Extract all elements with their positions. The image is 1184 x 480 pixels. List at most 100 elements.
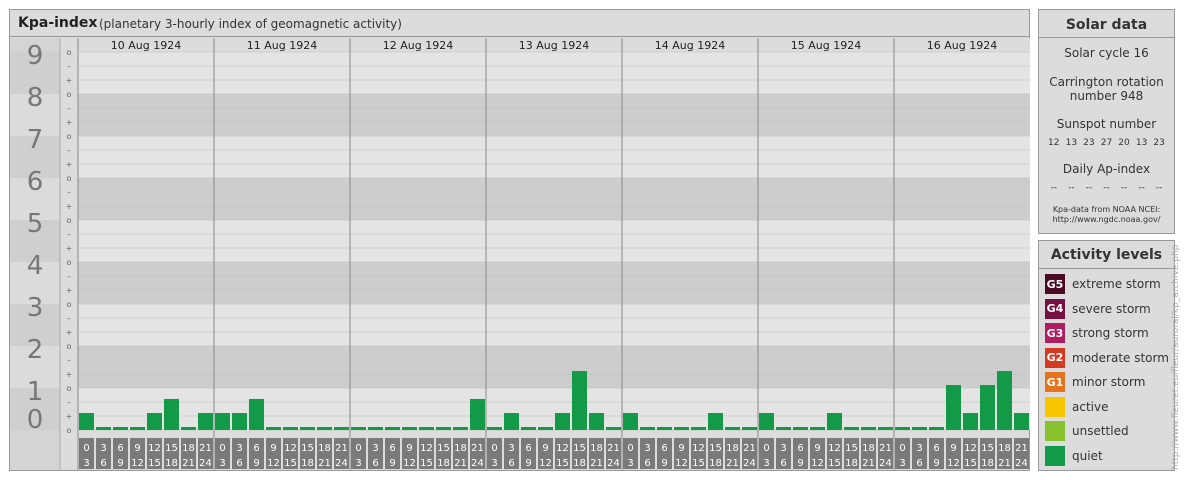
sub-tick-label: + bbox=[66, 76, 73, 85]
sub-tick-label: + bbox=[66, 160, 73, 169]
interval-start-label: 12 bbox=[284, 443, 297, 454]
sub-tick-label: + bbox=[66, 244, 73, 253]
interval-end-label: 15 bbox=[284, 458, 297, 469]
sub-tick-label: – bbox=[67, 146, 71, 155]
interval-start-label: 9 bbox=[270, 443, 276, 454]
sub-tick-label: o bbox=[67, 216, 72, 225]
kp-bar bbox=[589, 413, 604, 430]
interval-end-label: 21 bbox=[998, 458, 1011, 469]
interval-end-label: 15 bbox=[556, 458, 569, 469]
interval-end-label: 6 bbox=[644, 458, 650, 469]
interval-start-label: 0 bbox=[355, 443, 361, 454]
interval-end-label: 24 bbox=[1015, 458, 1028, 469]
kp-bar bbox=[946, 385, 961, 430]
sub-tick-label: o bbox=[67, 300, 72, 309]
interval-start-label: 21 bbox=[335, 443, 348, 454]
interval-start-label: 21 bbox=[743, 443, 756, 454]
activity-level-item: G2 moderate storm bbox=[1045, 347, 1169, 368]
interval-start-label: 6 bbox=[389, 443, 395, 454]
interval-end-label: 9 bbox=[253, 458, 259, 469]
interval-start-label: 9 bbox=[406, 443, 412, 454]
interval-end-label: 21 bbox=[726, 458, 739, 469]
interval-start-label: 15 bbox=[981, 443, 994, 454]
interval-start-label: 12 bbox=[148, 443, 161, 454]
sunspot-value: 13 bbox=[1065, 138, 1078, 148]
interval-end-label: 15 bbox=[148, 458, 161, 469]
interval-start-label: 9 bbox=[814, 443, 820, 454]
interval-end-label: 18 bbox=[301, 458, 314, 469]
kp-bar bbox=[963, 413, 978, 430]
interval-end-label: 3 bbox=[491, 458, 497, 469]
y-tick-label: 7 bbox=[27, 125, 44, 155]
interval-end-label: 12 bbox=[811, 458, 824, 469]
kp-bar bbox=[980, 385, 995, 430]
activity-level-label: extreme storm bbox=[1072, 277, 1161, 291]
interval-start-label: 0 bbox=[899, 443, 905, 454]
interval-end-label: 9 bbox=[933, 458, 939, 469]
interval-start-label: 0 bbox=[219, 443, 225, 454]
noaa-credit-line2: http://www.ngdc.noaa.gov/ bbox=[1052, 215, 1161, 224]
sub-tick-label: – bbox=[67, 356, 71, 365]
y-tick-label: 4 bbox=[27, 251, 44, 281]
kp-bar bbox=[436, 427, 451, 430]
interval-start-label: 0 bbox=[491, 443, 497, 454]
interval-start-label: 21 bbox=[879, 443, 892, 454]
interval-start-label: 3 bbox=[780, 443, 786, 454]
interval-start-label: 3 bbox=[236, 443, 242, 454]
kp-bar bbox=[674, 427, 689, 430]
interval-start-label: 3 bbox=[916, 443, 922, 454]
kp-bar bbox=[691, 427, 706, 430]
interval-end-label: 3 bbox=[627, 458, 633, 469]
kp-bar bbox=[470, 398, 485, 430]
interval-start-label: 3 bbox=[372, 443, 378, 454]
interval-end-label: 24 bbox=[743, 458, 756, 469]
sunspot-value: 13 bbox=[1135, 138, 1148, 148]
solar-data-panel: Solar data Solar cycle 16 Carrington rot… bbox=[1038, 9, 1175, 234]
activity-level-swatch: G3 bbox=[1045, 323, 1065, 343]
interval-end-label: 9 bbox=[389, 458, 395, 469]
interval-end-label: 6 bbox=[372, 458, 378, 469]
interval-start-label: 6 bbox=[253, 443, 259, 454]
interval-end-label: 24 bbox=[335, 458, 348, 469]
kp-bar bbox=[521, 427, 536, 430]
sub-tick-label: – bbox=[67, 62, 71, 71]
interval-end-label: 3 bbox=[763, 458, 769, 469]
sub-tick-label: o bbox=[67, 48, 72, 57]
kp-band bbox=[78, 94, 1030, 136]
interval-end-label: 18 bbox=[165, 458, 178, 469]
sub-tick-label: + bbox=[66, 328, 73, 337]
interval-start-label: 15 bbox=[437, 443, 450, 454]
activity-level-item: G4 severe storm bbox=[1045, 298, 1151, 319]
ap-value: -- bbox=[1155, 183, 1163, 193]
interval-start-label: 15 bbox=[845, 443, 858, 454]
kp-bar bbox=[283, 427, 298, 430]
interval-start-label: 18 bbox=[726, 443, 739, 454]
day-label: 14 Aug 1924 bbox=[655, 39, 725, 52]
interval-start-label: 0 bbox=[763, 443, 769, 454]
solar-cycle-text: Solar cycle 16 bbox=[1064, 46, 1149, 60]
interval-end-label: 21 bbox=[454, 458, 467, 469]
sub-tick-label: o bbox=[67, 258, 72, 267]
kp-bar bbox=[368, 427, 383, 430]
kp-band bbox=[78, 178, 1030, 220]
interval-start-label: 18 bbox=[998, 443, 1011, 454]
ap-values: -- -- -- -- -- -- -- bbox=[1039, 183, 1174, 193]
sub-tick-label: + bbox=[66, 370, 73, 379]
sunspot-value: 23 bbox=[1083, 138, 1095, 148]
interval-end-label: 9 bbox=[661, 458, 667, 469]
kp-bar bbox=[538, 427, 553, 430]
day-label: 10 Aug 1924 bbox=[111, 39, 181, 52]
kp-bar bbox=[300, 427, 315, 430]
interval-start-label: 12 bbox=[692, 443, 705, 454]
interval-start-label: 18 bbox=[318, 443, 331, 454]
activity-levels-panel: Activity levels G5 extreme storm G4 severe … bbox=[1038, 240, 1175, 471]
interval-start-label: 18 bbox=[454, 443, 467, 454]
interval-end-label: 21 bbox=[318, 458, 331, 469]
y-tick-label: 2 bbox=[27, 335, 44, 365]
activity-level-item: G1 minor storm bbox=[1045, 372, 1145, 392]
interval-end-label: 6 bbox=[100, 458, 106, 469]
ap-value: -- bbox=[1120, 183, 1128, 193]
kp-bar bbox=[742, 427, 757, 430]
interval-end-label: 24 bbox=[471, 458, 484, 469]
activity-level-item: G3 strong storm bbox=[1045, 323, 1149, 343]
